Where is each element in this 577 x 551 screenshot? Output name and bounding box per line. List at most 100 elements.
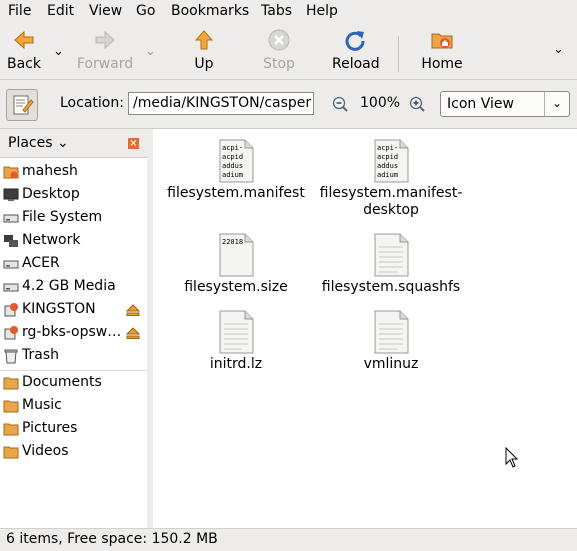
forward-button[interactable]: Forward (76, 28, 134, 72)
home-folder-icon (431, 33, 453, 49)
drive-icon (3, 283, 19, 292)
sidebar-item-mahesh[interactable]: mahesh (0, 161, 147, 183)
usb-drive-icon (4, 326, 18, 340)
folder-icon (3, 377, 19, 390)
location-bar: Location: /media/KINGSTON/casper 100% Ic… (0, 80, 577, 129)
toolbar-overflow-chevron-icon[interactable]: ⌄ (553, 42, 564, 57)
chevron-down-icon: ⌄ (52, 135, 69, 151)
file-name: initrd.lz (209, 356, 263, 372)
places-sidebar: Places ⌄ × mahesh Desktop File System Ne… (0, 129, 148, 528)
reload-button[interactable]: Reload (332, 28, 380, 72)
sidebar-item-acer[interactable]: ACER (0, 253, 147, 275)
toolbar: Back ⌄ Forward ⌄ Up Stop Reload Home ⌄ (0, 24, 577, 80)
zoom-in-icon[interactable] (409, 96, 425, 112)
reload-icon (345, 31, 365, 51)
sidebar-item-label: Pictures (22, 420, 78, 436)
file-item[interactable]: acpi- acpid addus adium filesystem.manif… (311, 139, 471, 219)
back-history-chevron-icon[interactable]: ⌄ (53, 44, 64, 59)
home-button[interactable]: Home (420, 28, 464, 72)
up-arrow-icon (194, 30, 214, 50)
forward-history-chevron-icon: ⌄ (145, 44, 156, 59)
sidebar-item-label: mahesh (22, 163, 78, 179)
sidebar-item-desktop[interactable]: Desktop (0, 184, 147, 206)
sidebar-item-label: File System (22, 209, 103, 225)
sidebar-header: Places ⌄ × (0, 129, 147, 158)
stop-button[interactable]: Stop (262, 28, 296, 72)
preview-line: adium (377, 171, 398, 179)
stop-icon (268, 29, 290, 51)
file-item[interactable]: 22018 filesystem.size (156, 233, 316, 296)
forward-arrow-icon (95, 30, 115, 50)
file-item[interactable]: acpi- acpid addus adium filesystem.manif… (156, 139, 316, 202)
up-label: Up (194, 56, 214, 72)
drive-icon (3, 214, 19, 223)
menu-go[interactable]: Go (136, 3, 155, 19)
file-item[interactable]: vmlinuz (311, 310, 471, 373)
eject-icon[interactable] (126, 327, 140, 339)
chevron-down-icon: ⌄ (544, 92, 569, 116)
places-dropdown[interactable]: Places ⌄ (8, 135, 69, 151)
file-name-line: filesystem.manifest- (319, 185, 463, 201)
preview-line: acpi- (222, 144, 243, 152)
preview-line: adium (222, 171, 243, 179)
home-folder-icon (3, 166, 19, 179)
zoom-out-icon[interactable] (332, 96, 348, 112)
preview-line: addus (222, 162, 243, 170)
up-button[interactable]: Up (190, 28, 218, 72)
preview-line: 22018 (222, 238, 243, 246)
generic-file-icon (219, 310, 254, 354)
sidebar-item-videos[interactable]: Videos (0, 441, 147, 463)
preview-line: acpid (222, 153, 243, 161)
file-item[interactable]: initrd.lz (156, 310, 316, 373)
home-label: Home (421, 56, 463, 72)
preview-line: addus (377, 162, 398, 170)
preview-line: acpid (377, 153, 398, 161)
back-label: Back (7, 56, 41, 72)
sidebar-item-4-2-gb-media[interactable]: 4.2 GB Media (0, 276, 147, 298)
file-name-line: desktop (363, 202, 419, 218)
folder-icon (3, 446, 19, 459)
edit-pencil-icon (13, 95, 34, 115)
toggle-location-edit-button[interactable] (6, 89, 38, 121)
folder-icon (3, 423, 19, 436)
view-mode-select[interactable]: Icon View ⌄ (440, 91, 570, 117)
folder-icon (3, 400, 19, 413)
sidebar-item-label: KINGSTON (22, 301, 96, 317)
desktop-icon (3, 188, 19, 201)
file-name: filesystem.manifest-desktop (311, 185, 471, 219)
sidebar-item-rg-bks-opsw[interactable]: rg-bks-opsw… (0, 322, 147, 344)
generic-file-icon (374, 233, 409, 277)
view-mode-value: Icon View (447, 96, 514, 112)
sidebar-item-label: Desktop (22, 186, 80, 202)
menu-tabs[interactable]: Tabs (261, 3, 292, 19)
sidebar-item-pictures[interactable]: Pictures (0, 418, 147, 440)
sidebar-item-label: Trash (22, 347, 59, 363)
menu-file[interactable]: File (8, 3, 31, 19)
preview-line: acpi- (377, 144, 398, 152)
mouse-cursor-icon (505, 447, 519, 468)
menubar: File Edit View Go Bookmarks Tabs Help (0, 0, 577, 25)
location-path-input[interactable]: /media/KINGSTON/casper (128, 92, 314, 115)
sidebar-item-label: ACER (22, 255, 60, 271)
sidebar-item-label: Documents (22, 374, 102, 390)
reload-label: Reload (332, 56, 380, 72)
back-button[interactable]: Back (6, 28, 42, 72)
trash-icon (4, 349, 18, 364)
sidebar-item-music[interactable]: Music (0, 395, 147, 417)
menu-bookmarks[interactable]: Bookmarks (171, 3, 249, 19)
sidebar-item-network[interactable]: Network (0, 230, 147, 252)
usb-drive-icon (4, 303, 18, 317)
sidebar-item-trash[interactable]: Trash (0, 345, 147, 367)
close-sidebar-icon[interactable]: × (128, 138, 139, 149)
sidebar-item-kingston[interactable]: KINGSTON (0, 299, 147, 321)
forward-label: Forward (76, 56, 134, 72)
menu-help[interactable]: Help (306, 3, 338, 19)
file-name: vmlinuz (363, 356, 419, 372)
menu-view[interactable]: View (89, 3, 122, 19)
status-text: 6 items, Free space: 150.2 MB (6, 531, 218, 547)
sidebar-item-documents[interactable]: Documents (0, 372, 147, 394)
menu-edit[interactable]: Edit (47, 3, 74, 19)
sidebar-item-file-system[interactable]: File System (0, 207, 147, 229)
file-item[interactable]: filesystem.squashfs (311, 233, 471, 296)
eject-icon[interactable] (126, 304, 140, 316)
